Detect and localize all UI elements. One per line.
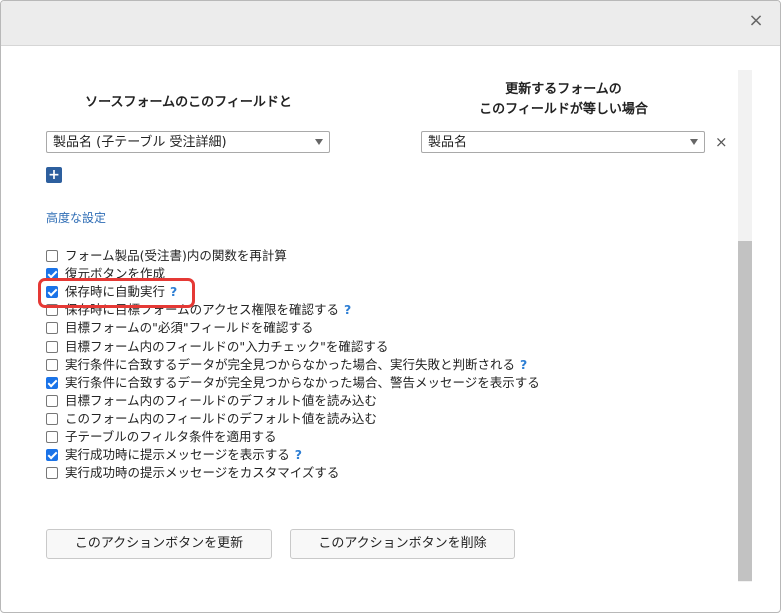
checkbox[interactable] xyxy=(46,322,58,335)
help-icon[interactable]: ? xyxy=(344,302,351,317)
option-row[interactable]: 実行条件に合致するデータが完全見つからなかった場合、警告メッセージを表示する xyxy=(46,374,540,392)
remove-mapping-icon[interactable]: × xyxy=(715,134,728,150)
close-icon[interactable]: × xyxy=(746,11,766,31)
option-row[interactable]: 実行成功時の提示メッセージをカスタマイズする xyxy=(46,464,339,482)
option-row[interactable]: 実行条件に合致するデータが完全見つからなかった場合、実行失敗と判断される? xyxy=(46,356,527,374)
option-label: 実行成功時の提示メッセージをカスタマイズする xyxy=(65,465,340,481)
scrollbar-thumb[interactable] xyxy=(738,241,752,581)
checkbox[interactable] xyxy=(46,340,58,353)
checkbox[interactable] xyxy=(46,394,58,407)
target-field-value: 製品名 xyxy=(428,135,468,150)
option-label: 目標フォーム内のフィールドの"入力チェック"を確認する xyxy=(65,338,389,354)
source-field-select[interactable]: 製品名 (子テーブル 受注詳細) xyxy=(46,131,330,153)
advanced-settings-link[interactable]: 高度な設定 xyxy=(46,209,106,226)
help-icon[interactable]: ? xyxy=(295,447,302,462)
option-label: 実行条件に合致するデータが完全見つからなかった場合、実行失敗と判断される xyxy=(65,356,516,372)
chevron-down-icon xyxy=(690,139,698,145)
option-row[interactable]: 実行成功時に提示メッセージを表示する? xyxy=(46,446,302,464)
option-row[interactable]: 子テーブルのフィルタ条件を適用する xyxy=(46,428,277,446)
checkbox[interactable] xyxy=(46,467,58,480)
target-heading-line2: このフィールドが等しい場合 xyxy=(479,102,648,117)
option-row[interactable]: 目標フォームの"必須"フィールドを確認する xyxy=(46,319,313,337)
checkbox[interactable] xyxy=(46,431,58,443)
option-label: 目標フォームの"必須"フィールドを確認する xyxy=(65,320,314,336)
option-row[interactable]: フォーム製品(受注書)内の関数を再計算 xyxy=(46,247,287,265)
source-field-value: 製品名 (子テーブル 受注詳細) xyxy=(53,135,227,150)
option-label: このフォーム内のフィールドのデフォルト値を読み込む xyxy=(65,410,377,426)
checkbox[interactable] xyxy=(46,250,58,262)
option-label: フォーム製品(受注書)内の関数を再計算 xyxy=(65,248,287,263)
update-action-button[interactable]: このアクションボタンを更新 xyxy=(46,529,272,559)
checkbox-checked[interactable] xyxy=(46,376,58,389)
chevron-down-icon xyxy=(315,139,323,145)
option-label: 実行条件に合致するデータが完全見つからなかった場合、警告メッセージを表示する xyxy=(65,374,540,390)
target-heading-line1: 更新するフォームの xyxy=(505,82,622,97)
option-row[interactable]: このフォーム内のフィールドのデフォルト値を読み込む xyxy=(46,410,377,428)
help-icon[interactable]: ? xyxy=(520,357,527,372)
target-field-heading: 更新するフォームの このフィールドが等しい場合 xyxy=(421,80,706,120)
option-label: 目標フォーム内のフィールドのデフォルト値を読み込む xyxy=(65,392,377,408)
checkbox[interactable] xyxy=(46,412,58,425)
target-field-select[interactable]: 製品名 xyxy=(421,131,705,153)
checkbox[interactable] xyxy=(46,358,58,371)
option-label: 子テーブルのフィルタ条件を適用する xyxy=(65,429,277,444)
option-row[interactable]: 目標フォーム内のフィールドのデフォルト値を読み込む xyxy=(46,392,377,410)
add-mapping-button[interactable]: + xyxy=(46,167,62,183)
delete-action-button[interactable]: このアクションボタンを削除 xyxy=(290,529,515,559)
option-label: 実行成功時に提示メッセージを表示する xyxy=(65,447,290,463)
source-field-heading: ソースフォームのこのフィールドと xyxy=(85,95,292,110)
option-row[interactable]: 目標フォーム内のフィールドの"入力チェック"を確認する xyxy=(46,338,388,356)
action-button-settings-dialog: × ソースフォームのこのフィールドと 更新するフォームの このフィールドが等しい… xyxy=(0,0,781,613)
dialog-titlebar: × xyxy=(1,1,780,46)
highlight-annotation xyxy=(38,278,195,308)
checkbox-checked[interactable] xyxy=(46,449,58,462)
